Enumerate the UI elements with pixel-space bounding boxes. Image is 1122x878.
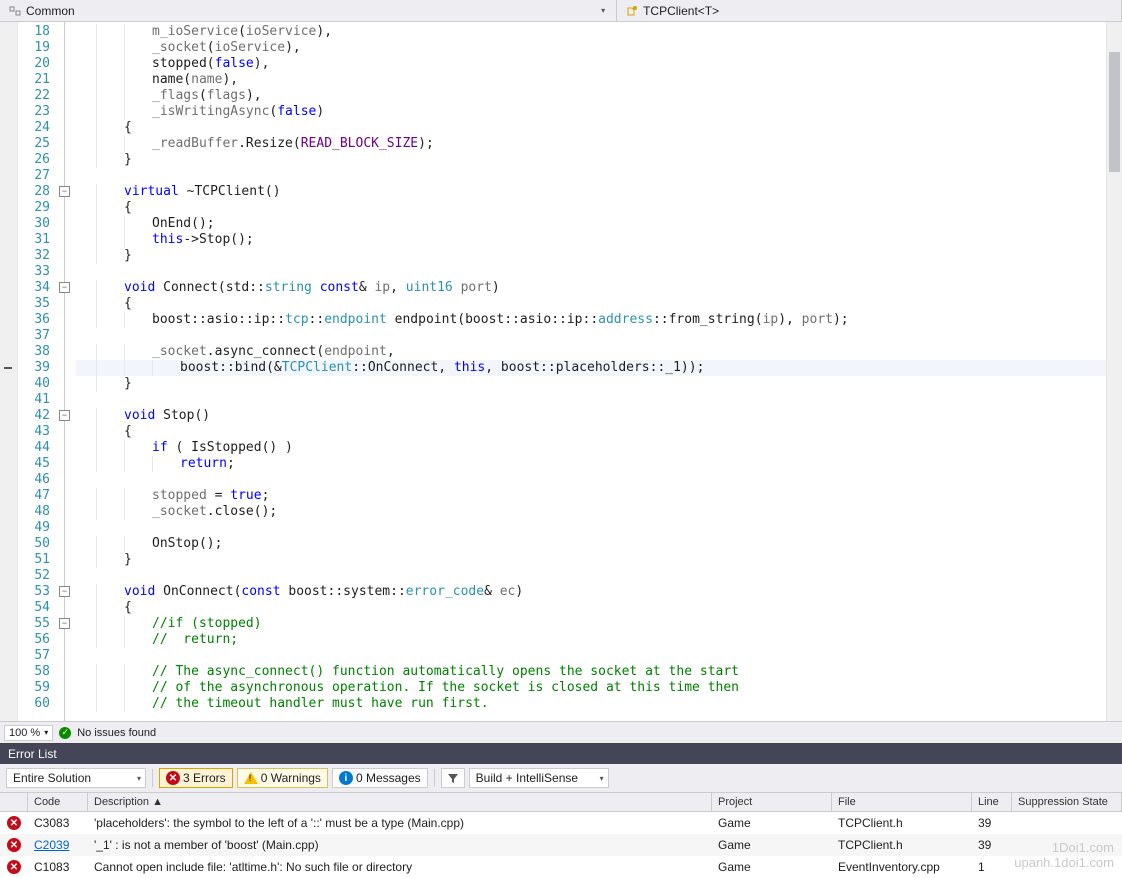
source-select[interactable]: Build + IntelliSense bbox=[469, 768, 609, 788]
code-line[interactable] bbox=[76, 264, 1106, 280]
fold-toggle[interactable]: − bbox=[59, 186, 70, 197]
error-row[interactable]: ✕C3083'placeholders': the symbol to the … bbox=[0, 812, 1122, 834]
code-line[interactable]: // the timeout handler must have run fir… bbox=[76, 696, 1106, 712]
code-line[interactable]: stopped(false), bbox=[76, 56, 1106, 72]
code-line[interactable] bbox=[76, 168, 1106, 184]
code-line[interactable]: { bbox=[76, 600, 1106, 616]
fold-toggle[interactable]: − bbox=[59, 282, 70, 293]
code-line[interactable]: name(name), bbox=[76, 72, 1106, 88]
code-line[interactable]: OnEnd(); bbox=[76, 216, 1106, 232]
scope-select[interactable]: Entire Solution bbox=[6, 768, 146, 788]
margin-gutter bbox=[0, 22, 18, 721]
filter-icon bbox=[446, 771, 460, 785]
code-line[interactable]: { bbox=[76, 200, 1106, 216]
vertical-scrollbar[interactable] bbox=[1106, 22, 1122, 721]
code-line[interactable]: boost::asio::ip::tcp::endpoint endpoint(… bbox=[76, 312, 1106, 328]
fold-toggle[interactable]: − bbox=[59, 586, 70, 597]
code-line[interactable]: return; bbox=[76, 456, 1106, 472]
filter-button[interactable] bbox=[441, 768, 465, 788]
code-line[interactable]: // The async_connect() function automati… bbox=[76, 664, 1106, 680]
code-line[interactable]: //if (stopped) bbox=[76, 616, 1106, 632]
error-code-link[interactable]: C2039 bbox=[34, 838, 69, 852]
errors-filter-button[interactable]: ✕ 3 Errors bbox=[159, 768, 233, 788]
code-line[interactable]: void Connect(std::string const& ip, uint… bbox=[76, 280, 1106, 296]
editor-status-bar: 100 % ▾ ✓ No issues found bbox=[0, 721, 1122, 743]
issues-label: No issues found bbox=[77, 727, 156, 739]
code-line[interactable]: _socket(ioService), bbox=[76, 40, 1106, 56]
fold-toggle[interactable]: − bbox=[59, 410, 70, 421]
code-line[interactable]: } bbox=[76, 248, 1106, 264]
code-line[interactable]: OnStop(); bbox=[76, 536, 1106, 552]
code-line[interactable]: void Stop() bbox=[76, 408, 1106, 424]
code-line[interactable]: _isWritingAsync(false) bbox=[76, 104, 1106, 120]
code-line[interactable] bbox=[76, 472, 1106, 488]
code-line[interactable]: void OnConnect(const boost::system::erro… bbox=[76, 584, 1106, 600]
error-icon: ✕ bbox=[7, 838, 21, 852]
code-line[interactable] bbox=[76, 328, 1106, 344]
code-line[interactable]: // return; bbox=[76, 632, 1106, 648]
fold-toggle[interactable]: − bbox=[59, 618, 70, 629]
code-text[interactable]: m_ioService(ioService),_socket(ioService… bbox=[76, 22, 1106, 721]
error-list-panel: Error List Entire Solution ✕ 3 Errors 0 … bbox=[0, 743, 1122, 878]
error-icon: ✕ bbox=[7, 860, 21, 874]
code-line[interactable]: _socket.async_connect(endpoint, bbox=[76, 344, 1106, 360]
check-icon: ✓ bbox=[59, 727, 71, 739]
member-label: TCPClient<T> bbox=[643, 4, 719, 18]
error-grid: Code Description ▲ Project File Line Sup… bbox=[0, 793, 1122, 878]
warning-icon bbox=[244, 772, 258, 784]
code-line[interactable]: stopped = true; bbox=[76, 488, 1106, 504]
code-line[interactable]: } bbox=[76, 152, 1106, 168]
code-line[interactable] bbox=[76, 568, 1106, 584]
code-line[interactable]: } bbox=[76, 552, 1106, 568]
error-icon: ✕ bbox=[166, 771, 180, 785]
code-editor[interactable]: 1819202122232425262728293031323334353637… bbox=[0, 22, 1122, 721]
class-icon bbox=[625, 4, 639, 18]
code-line[interactable]: { bbox=[76, 424, 1106, 440]
code-line[interactable]: _flags(flags), bbox=[76, 88, 1106, 104]
scope-dropdown[interactable]: Common ▾ bbox=[0, 0, 617, 21]
error-row[interactable]: ✕C1083Cannot open include file: 'atltime… bbox=[0, 856, 1122, 878]
warnings-filter-button[interactable]: 0 Warnings bbox=[237, 768, 328, 788]
namespace-icon bbox=[8, 4, 22, 18]
dropdown-icon: ▾ bbox=[44, 728, 48, 737]
zoom-control[interactable]: 100 % ▾ bbox=[4, 725, 53, 741]
panel-toolbar: Entire Solution ✕ 3 Errors 0 Warnings i … bbox=[0, 764, 1122, 793]
breakpoint-marker[interactable] bbox=[4, 367, 12, 369]
scope-label: Common bbox=[26, 4, 75, 18]
info-icon: i bbox=[339, 771, 353, 785]
code-line[interactable] bbox=[76, 520, 1106, 536]
code-line[interactable]: m_ioService(ioService), bbox=[76, 24, 1106, 40]
code-line[interactable]: // of the asynchronous operation. If the… bbox=[76, 680, 1106, 696]
code-line[interactable]: } bbox=[76, 376, 1106, 392]
code-line[interactable]: _socket.close(); bbox=[76, 504, 1106, 520]
code-line[interactable]: { bbox=[76, 296, 1106, 312]
code-line[interactable]: { bbox=[76, 120, 1106, 136]
error-row[interactable]: ✕C2039'_1' : is not a member of 'boost' … bbox=[0, 834, 1122, 856]
code-line[interactable]: boost::bind(&TCPClient::OnConnect, this,… bbox=[76, 360, 1106, 376]
outline-gutter: − − − − − bbox=[58, 22, 76, 721]
member-dropdown[interactable]: TCPClient<T> bbox=[617, 0, 1122, 21]
grid-header[interactable]: Code Description ▲ Project File Line Sup… bbox=[0, 793, 1122, 812]
code-line[interactable] bbox=[76, 392, 1106, 408]
error-icon: ✕ bbox=[7, 816, 21, 830]
messages-filter-button[interactable]: i 0 Messages bbox=[332, 768, 428, 788]
code-line[interactable]: virtual ~TCPClient() bbox=[76, 184, 1106, 200]
code-line[interactable] bbox=[76, 648, 1106, 664]
navigation-bar: Common ▾ TCPClient<T> bbox=[0, 0, 1122, 22]
dropdown-icon: ▾ bbox=[598, 6, 608, 15]
code-line[interactable]: if ( IsStopped() ) bbox=[76, 440, 1106, 456]
panel-title: Error List bbox=[0, 744, 1122, 764]
code-line[interactable]: this->Stop(); bbox=[76, 232, 1106, 248]
code-line[interactable]: _readBuffer.Resize(READ_BLOCK_SIZE); bbox=[76, 136, 1106, 152]
line-numbers: 1819202122232425262728293031323334353637… bbox=[18, 22, 58, 721]
zoom-value: 100 % bbox=[9, 727, 40, 739]
